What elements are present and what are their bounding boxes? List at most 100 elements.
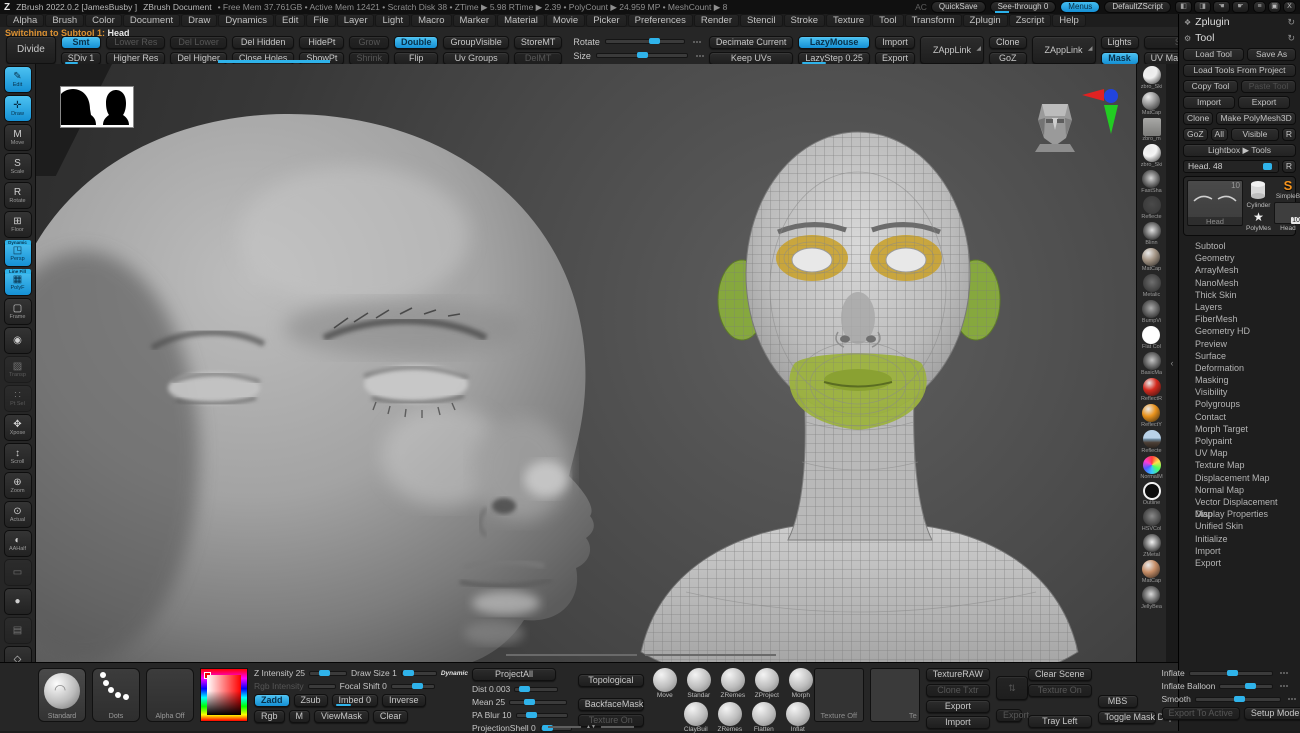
- menu-item[interactable]: Brush: [45, 14, 84, 27]
- titlebar-icon-button[interactable]: ◨: [1194, 1, 1211, 13]
- left-shelf-button[interactable]: ▭: [4, 559, 32, 586]
- tool-section-header[interactable]: Thick Skin: [1183, 289, 1296, 301]
- menu-item[interactable]: Picker: [586, 14, 626, 27]
- left-shelf-button[interactable]: ⊕ Zoom: [4, 472, 32, 499]
- default-zscript-button[interactable]: DefaultZScript: [1104, 1, 1171, 13]
- dist-slider[interactable]: Dist 0.003: [472, 684, 572, 694]
- menu-item[interactable]: Texture: [826, 14, 871, 27]
- menu-item[interactable]: Stroke: [784, 14, 825, 27]
- shelf-button[interactable]: GroupVisible: [443, 36, 508, 49]
- tool-section-header[interactable]: Unified Skin: [1183, 520, 1296, 532]
- left-shelf-button[interactable]: ✛ Draw: [4, 95, 32, 122]
- brush-preset[interactable]: ZProject: [752, 668, 782, 699]
- current-brush-thumbnail[interactable]: Standard: [38, 668, 86, 722]
- clone-txtr-button[interactable]: Clone Txtr: [926, 684, 990, 697]
- imbed-slider[interactable]: Imbed 0: [332, 694, 379, 707]
- zapplink-button[interactable]: ZAppLink: [920, 36, 984, 64]
- left-shelf-button[interactable]: ⊞ Floor: [4, 211, 32, 238]
- menu-item[interactable]: Color: [85, 14, 122, 27]
- menu-item[interactable]: Edit: [275, 14, 305, 27]
- menu-item[interactable]: Tool: [872, 14, 903, 27]
- flip-vertical-icon-button[interactable]: ⇅: [996, 676, 1028, 700]
- tool-section-header[interactable]: Import: [1183, 545, 1296, 557]
- shelf-button[interactable]: Grow: [349, 36, 389, 49]
- brush-preset[interactable]: Move: [650, 668, 680, 699]
- z-intensity-slider[interactable]: Z Intensity 25: [254, 668, 347, 678]
- material-swatch[interactable]: JellyBea: [1141, 586, 1162, 611]
- left-shelf-button[interactable]: ◇: [4, 646, 32, 662]
- size-slider[interactable]: Size: [573, 50, 704, 61]
- material-swatch[interactable]: ReflectY: [1141, 404, 1162, 429]
- menu-item[interactable]: Preferences: [628, 14, 693, 27]
- left-shelf-button[interactable]: ●: [4, 588, 32, 615]
- refresh-icon[interactable]: ↻: [1287, 17, 1295, 28]
- brush-preset[interactable]: Morph: [786, 668, 816, 699]
- shelf-button[interactable]: Lights: [1101, 36, 1139, 49]
- left-shelf-button[interactable]: ▤: [4, 617, 32, 644]
- tool-section-header[interactable]: Masking: [1183, 374, 1296, 386]
- material-swatch[interactable]: NormalM: [1140, 456, 1162, 481]
- left-shelf-button[interactable]: ▨ Transp: [4, 356, 32, 383]
- tool-section-header[interactable]: ArrayMesh: [1183, 264, 1296, 276]
- menu-item[interactable]: Stencil: [740, 14, 783, 27]
- tool-section-header[interactable]: Polygroups: [1183, 398, 1296, 410]
- lightbox-tools-button[interactable]: Lightbox ▶ Tools: [1183, 144, 1296, 157]
- left-shelf-button[interactable]: ⊙ Actual: [4, 501, 32, 528]
- goz-button[interactable]: GoZ: [1183, 128, 1208, 141]
- tool-section-header[interactable]: Displacement Map: [1183, 472, 1296, 484]
- axis-orientation-gizmo[interactable]: [1082, 88, 1122, 138]
- tool-section-header[interactable]: Export: [1183, 557, 1296, 569]
- texture-on-button2[interactable]: Texture On: [1028, 684, 1092, 697]
- left-shelf-button[interactable]: S Scale: [4, 153, 32, 180]
- menu-item[interactable]: Draw: [181, 14, 217, 27]
- viewmask-button[interactable]: ViewMask: [314, 710, 369, 723]
- setup-model-side-button[interactable]: Setup Model Side: [1244, 707, 1300, 720]
- tool-section-header[interactable]: Contact: [1183, 411, 1296, 423]
- tool-section-header[interactable]: Initialize: [1183, 533, 1296, 545]
- texture-off-thumbnail[interactable]: Texture Off: [814, 668, 864, 722]
- goz-r-button[interactable]: R: [1282, 128, 1296, 141]
- tool-section-header[interactable]: Geometry: [1183, 252, 1296, 264]
- clear-scene-button[interactable]: Clear Scene: [1028, 668, 1092, 681]
- copy-tool-button[interactable]: Copy Tool: [1183, 80, 1238, 93]
- left-shelf-button[interactable]: ▢ Frame: [4, 298, 32, 325]
- menu-item[interactable]: Help: [1052, 14, 1086, 27]
- shelf-button[interactable]: Import: [875, 36, 915, 49]
- rgb-intensity-slider[interactable]: Rgb Intensity: [254, 681, 336, 691]
- divide-button[interactable]: Divide: [6, 36, 56, 64]
- menu-item[interactable]: Light: [375, 14, 410, 27]
- brush-preset[interactable]: Inflat: [783, 702, 813, 733]
- clear-button[interactable]: Clear: [373, 710, 409, 723]
- material-swatch[interactable]: zbro_Ski: [1141, 66, 1162, 91]
- tray-left-button[interactable]: Tray Left: [1028, 715, 1092, 728]
- tool-section-header[interactable]: Preview: [1183, 338, 1296, 350]
- menu-item[interactable]: Marker: [453, 14, 497, 27]
- material-swatch[interactable]: Reflecte: [1141, 430, 1161, 455]
- tool-section-header[interactable]: Polypaint: [1183, 435, 1296, 447]
- titlebar-icon-button[interactable]: ☛: [1232, 1, 1249, 13]
- tool-section-header[interactable]: FiberMesh: [1183, 313, 1296, 325]
- goz-visible-button[interactable]: Visible: [1231, 128, 1279, 141]
- menus-toggle[interactable]: Menus: [1060, 1, 1100, 13]
- titlebar-icon-button[interactable]: ◧: [1175, 1, 1192, 13]
- brush-preset[interactable]: ClayBuil: [681, 702, 711, 733]
- mean-slider[interactable]: Mean 25: [472, 697, 572, 707]
- left-shelf-button[interactable]: M Move: [4, 124, 32, 151]
- material-swatch[interactable]: MatCap: [1142, 560, 1161, 585]
- tool-section-header[interactable]: Subtool: [1183, 240, 1296, 252]
- material-swatch[interactable]: zbro_m: [1142, 118, 1160, 143]
- material-swatch[interactable]: zbro_Ski: [1141, 144, 1162, 169]
- load-tool-button[interactable]: Load Tool: [1183, 48, 1244, 61]
- material-swatch[interactable]: ZMetal: [1143, 534, 1161, 559]
- make-polymesh3d-button[interactable]: Make PolyMesh3D: [1216, 112, 1296, 125]
- draw-size-slider[interactable]: Draw Size 1: [351, 668, 437, 678]
- brush-preset[interactable]: ZRemes: [718, 668, 748, 699]
- clone-button[interactable]: Clone: [1183, 112, 1213, 125]
- zapplink-button[interactable]: ZAppLink: [1032, 36, 1096, 64]
- menu-item[interactable]: File: [306, 14, 335, 27]
- projectall-button[interactable]: ProjectAll: [472, 668, 556, 681]
- mbs-button[interactable]: MBS: [1098, 695, 1138, 708]
- material-swatch[interactable]: HSVCol: [1142, 508, 1162, 533]
- bottom-scrollbar[interactable]: ▲▼: [548, 725, 634, 729]
- r-button[interactable]: R: [1282, 160, 1296, 173]
